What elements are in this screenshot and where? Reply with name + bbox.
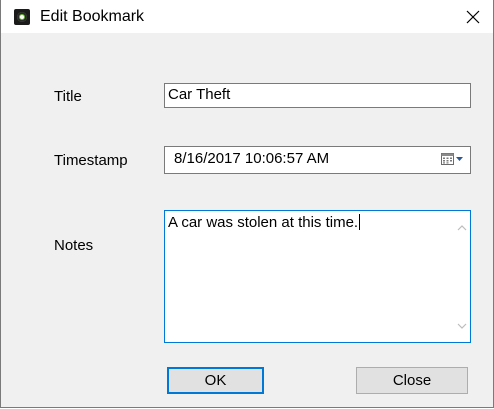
title-bar: Edit Bookmark <box>1 0 493 33</box>
scroll-down-icon[interactable] <box>453 317 470 334</box>
timestamp-value: 8/16/2017 10:06:57 AM <box>174 150 330 167</box>
notes-label: Notes <box>54 237 94 254</box>
edit-bookmark-dialog: Edit Bookmark Title Car Theft Timestamp … <box>0 0 494 408</box>
timestamp-label: Timestamp <box>54 152 128 169</box>
title-label: Title <box>54 88 82 105</box>
notes-text: A car was stolen at this time. <box>168 214 361 231</box>
text-caret <box>359 214 361 230</box>
window-title: Edit Bookmark <box>40 8 145 25</box>
calendar-dropdown-icon[interactable] <box>440 151 466 167</box>
close-button[interactable]: Close <box>356 367 468 394</box>
scroll-up-icon[interactable] <box>453 219 470 236</box>
close-icon[interactable] <box>457 1 489 33</box>
notes-textarea[interactable]: A car was stolen at this time. <box>164 210 471 343</box>
notes-scrollbar[interactable] <box>453 211 470 342</box>
timestamp-picker[interactable]: 8/16/2017 10:06:57 AM <box>164 146 471 174</box>
title-input[interactable]: Car Theft <box>164 83 471 108</box>
ok-button[interactable]: OK <box>167 367 264 394</box>
camera-lens-icon <box>14 9 30 25</box>
